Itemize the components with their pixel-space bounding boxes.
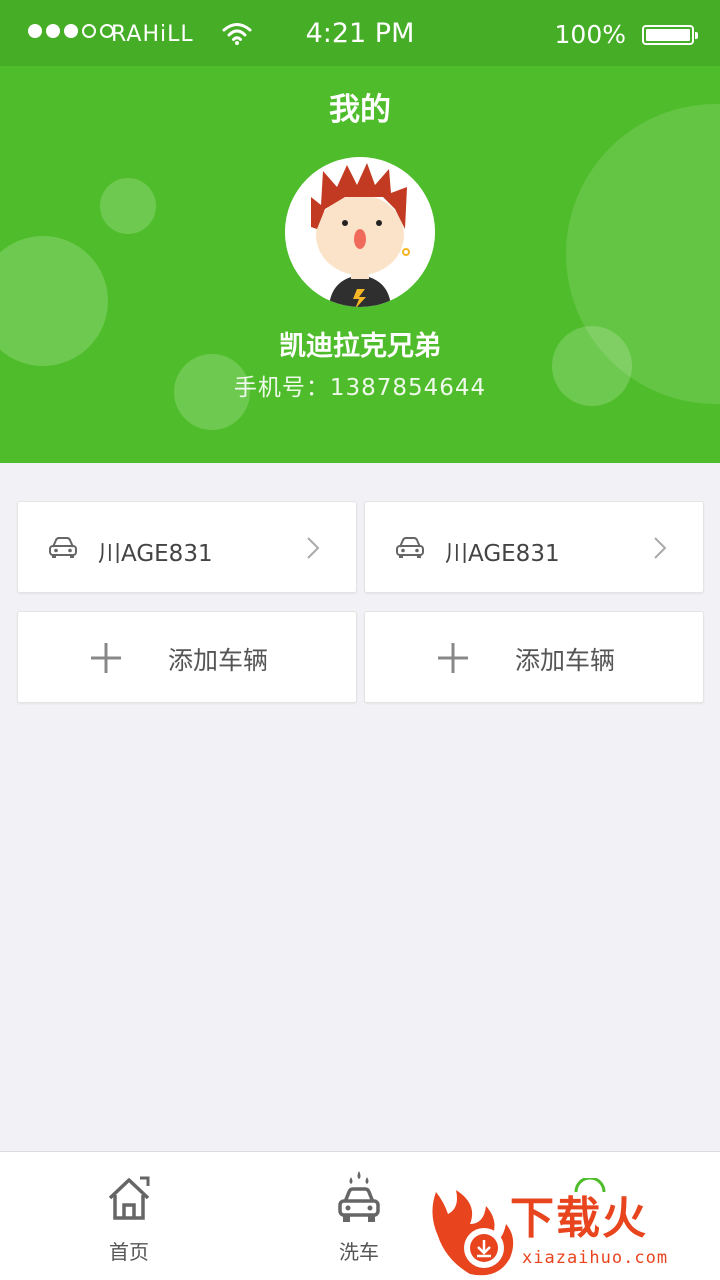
- chevron-right-icon: [306, 536, 320, 564]
- add-vehicle-button[interactable]: 添加车辆: [364, 611, 704, 703]
- status-bar: RAHiLL 4:21 PM 100%: [0, 0, 720, 66]
- battery-percent: 100%: [554, 20, 626, 49]
- avatar[interactable]: [285, 157, 435, 307]
- decor-bubble: [100, 178, 156, 234]
- car-icon: [48, 536, 78, 564]
- watermark-logo: 下载火 xiazaihuo.com: [426, 1184, 720, 1280]
- watermark-domain: xiazaihuo.com: [522, 1248, 669, 1268]
- tab-home-label: 首页: [109, 1240, 149, 1264]
- add-vehicle-label: 添加车辆: [515, 646, 616, 675]
- plus-icon: [437, 642, 469, 678]
- user-phone: 手机号：1387854644: [233, 375, 487, 401]
- car-icon: [395, 536, 425, 564]
- tab-home[interactable]: 首页: [9, 1152, 249, 1280]
- home-icon: [106, 1174, 152, 1226]
- vehicle-card[interactable]: 川AGE831: [17, 501, 357, 593]
- chevron-right-icon: [653, 536, 667, 564]
- add-vehicle-label: 添加车辆: [168, 646, 269, 675]
- vehicle-card[interactable]: 川AGE831: [364, 501, 704, 593]
- battery-icon: [642, 25, 698, 45]
- car-wash-icon: [337, 1168, 381, 1230]
- flame-logo-icon: [432, 1190, 514, 1276]
- profile-header: RAHiLL 4:21 PM 100% 我的 凯迪拉克兄弟 手机号：138785…: [0, 0, 720, 463]
- page-title: 我的: [329, 92, 391, 128]
- vehicle-plate: 川AGE831: [445, 541, 560, 567]
- add-vehicle-button[interactable]: 添加车辆: [17, 611, 357, 703]
- user-name: 凯迪拉克兄弟: [279, 331, 441, 362]
- watermark-text: 下载火: [510, 1193, 648, 1244]
- plus-icon: [90, 642, 122, 678]
- vehicle-plate: 川AGE831: [98, 541, 213, 567]
